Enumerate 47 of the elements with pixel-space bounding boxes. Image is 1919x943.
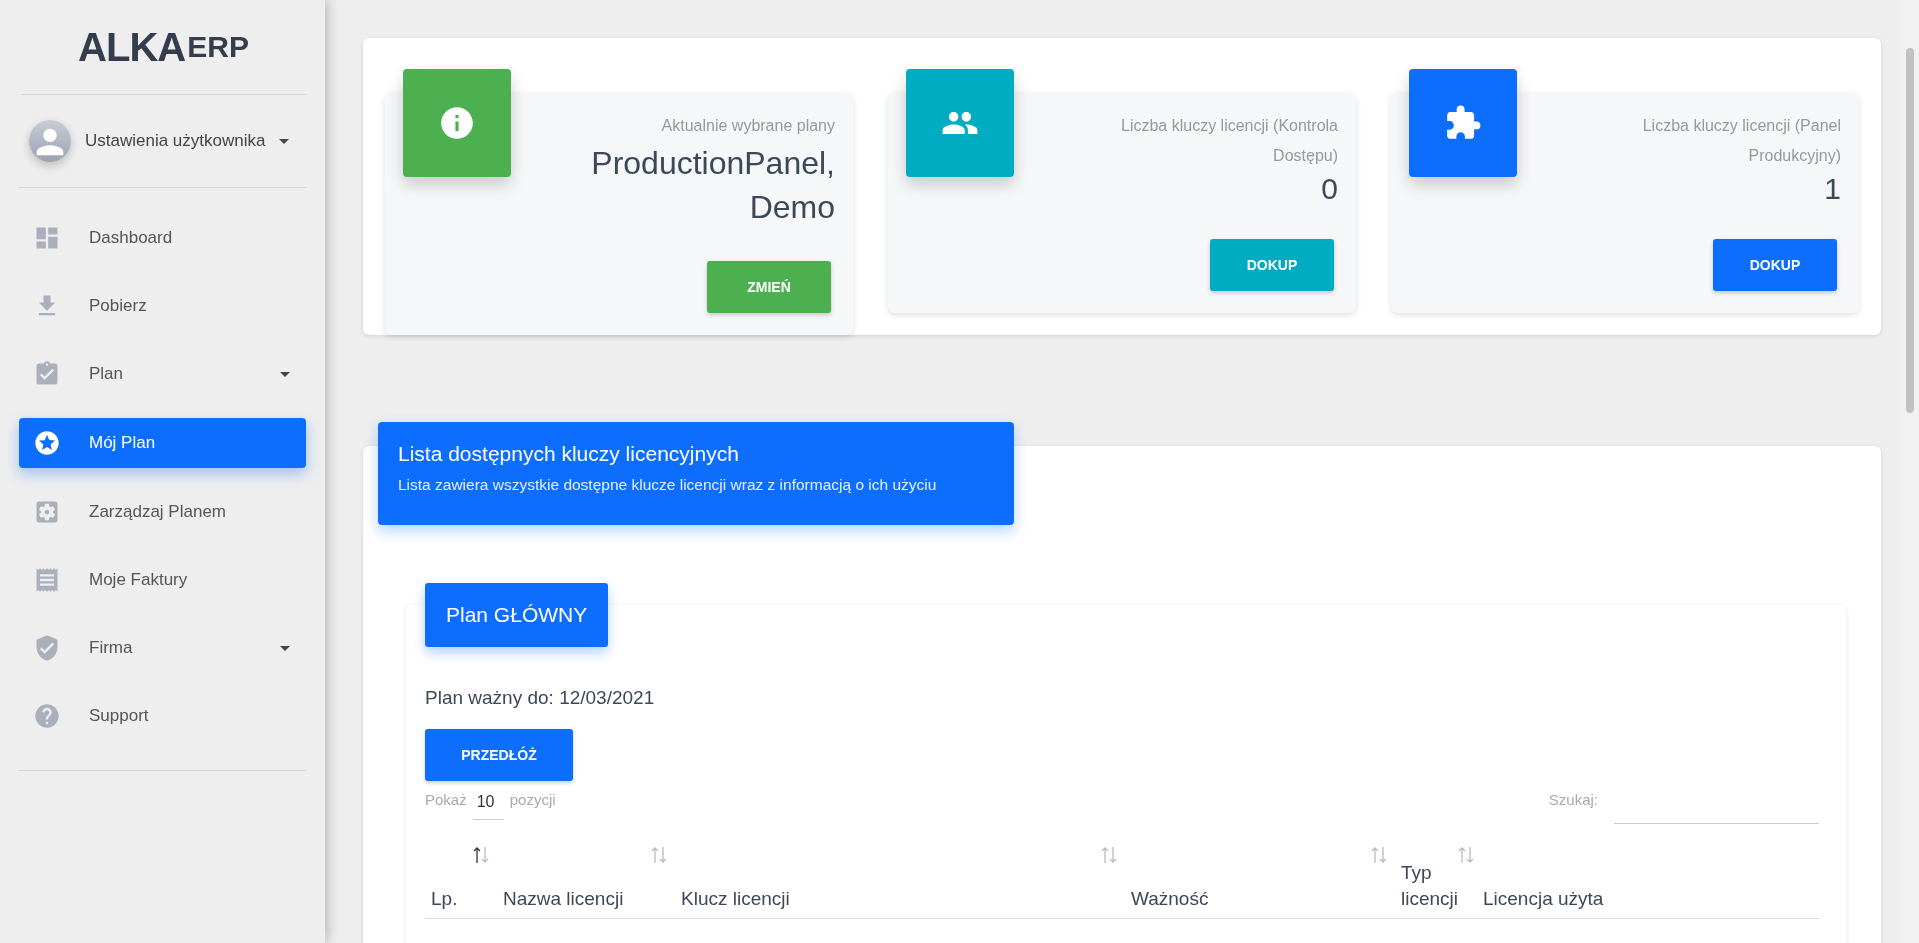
nav-label: Mój Plan xyxy=(89,433,157,453)
star-icon xyxy=(33,429,61,457)
entries-label: pozycji xyxy=(509,791,556,808)
list-title: Lista dostępnych kluczy licencyjnych xyxy=(398,442,740,466)
plan-title: Plan GŁÓWNY xyxy=(425,583,609,647)
column-header[interactable]: Lp. xyxy=(425,846,497,912)
nav-label: Firma xyxy=(89,638,134,658)
nav-label: Plan xyxy=(89,364,125,384)
nav-label: Moje Faktury xyxy=(89,570,189,590)
nav-item[interactable]: Support xyxy=(19,682,306,750)
plan-validity: Plan ważny do: 12/03/2021 xyxy=(425,687,656,709)
column-header[interactable]: Licencja użyta xyxy=(1477,846,1819,912)
nav-label: Dashboard xyxy=(89,228,174,248)
scrollbar-thumb[interactable] xyxy=(1906,48,1914,413)
column-header[interactable]: Ważność xyxy=(1125,846,1395,912)
stat-title: Liczba kluczy licencji (Kontrola Dostępu) xyxy=(1120,116,1338,166)
nav-item[interactable]: Zarządzaj Planem xyxy=(19,478,306,546)
nav-label: Zarządzaj Planem xyxy=(89,502,227,522)
show-label: Pokaż xyxy=(425,791,467,808)
stat-value: 0 xyxy=(1321,171,1338,207)
caret-icon[interactable] xyxy=(279,138,290,144)
page-size-select[interactable]: 10 xyxy=(472,791,504,820)
search-label: Szukaj: xyxy=(1548,791,1598,808)
nav-item[interactable]: Dashboard xyxy=(19,204,306,272)
user-settings-menu[interactable]: Ustawienia użytkownika xyxy=(85,131,266,151)
caret-icon xyxy=(280,645,290,651)
list-subtitle: Lista zawiera wszystkie dostępne klucze licencji wraz z informacją o ich użyciu xyxy=(398,476,938,494)
nav-label: Pobierz xyxy=(89,296,148,316)
stat-button[interactable]: DOKUP xyxy=(1713,239,1837,291)
stat-value: 1 xyxy=(1824,171,1841,207)
logo: ALKAERP xyxy=(21,0,306,95)
extend-button[interactable]: PRZEDŁÓŻ xyxy=(425,729,573,781)
nav-item[interactable]: Pobierz xyxy=(19,272,306,340)
nav-label: Support xyxy=(89,706,150,726)
nav-item[interactable]: Mój Plan xyxy=(19,418,306,468)
nav-item[interactable]: Plan xyxy=(19,340,306,408)
caret-icon xyxy=(280,371,290,377)
stat-title: Aktualnie wybrane plany xyxy=(661,116,835,136)
stat-value: ProductionPanel,Demo xyxy=(590,144,835,227)
help-icon xyxy=(33,702,61,730)
column-header[interactable]: Klucz licencji xyxy=(675,846,1125,912)
nav-item[interactable]: Firma xyxy=(19,614,306,682)
stat-title: Liczba kluczy licencji (Panel Produkcyjny) xyxy=(1641,116,1841,166)
column-header[interactable]: Typ licencji xyxy=(1395,846,1477,912)
avatar-icon[interactable] xyxy=(29,120,71,162)
nav-item[interactable]: Moje Faktury xyxy=(19,546,306,614)
column-header[interactable]: Nazwa licencji xyxy=(497,846,675,912)
